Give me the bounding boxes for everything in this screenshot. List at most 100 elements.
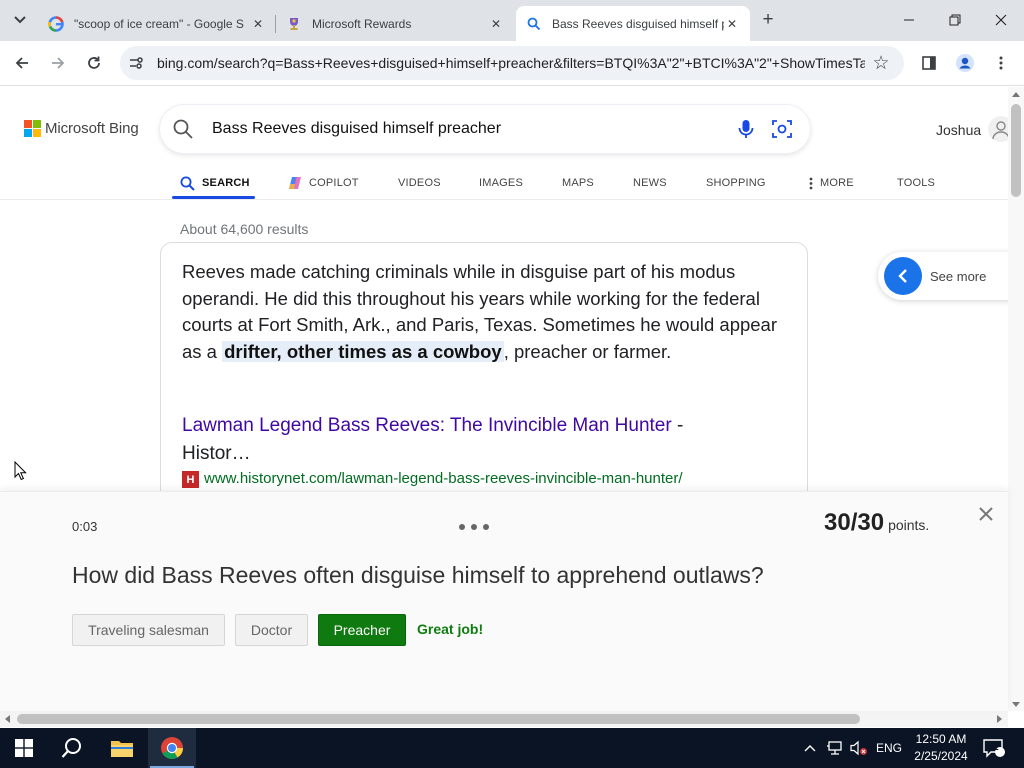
user-name[interactable]: Joshua	[936, 122, 981, 138]
answer-highlight: drifter, other times as a cowboy	[222, 340, 504, 362]
answer-text-after: , preacher or farmer.	[503, 340, 672, 362]
close-tab-icon[interactable]: ✕	[488, 16, 504, 32]
microphone-icon[interactable]	[735, 118, 757, 140]
scroll-down-arrow-icon[interactable]	[1012, 702, 1020, 707]
nav-copilot[interactable]: COPILOT	[287, 171, 359, 195]
see-more-label[interactable]: See more	[930, 269, 986, 284]
horizontal-scrollbar[interactable]	[0, 711, 1008, 727]
search-tab-icon	[526, 16, 542, 32]
tab-bing-search[interactable]: Bass Reeves disguised himself p ✕	[516, 6, 750, 41]
kebab-menu-icon[interactable]	[990, 52, 1012, 74]
nav-maps[interactable]: MAPS	[562, 171, 594, 195]
profile-icon[interactable]	[954, 52, 976, 74]
scroll-right-arrow-icon[interactable]	[997, 715, 1002, 723]
chevron-left-icon[interactable]	[884, 257, 922, 295]
scrollbar-thumb[interactable]	[1011, 104, 1021, 197]
address-bar[interactable]: bing.com/search?q=Bass+Reeves+disguised+…	[120, 46, 904, 80]
tab-microsoft-rewards[interactable]: Microsoft Rewards ✕	[276, 6, 514, 41]
result-count: About 64,600 results	[180, 221, 309, 237]
bookmark-star-icon[interactable]: ☆	[870, 52, 892, 74]
search-icon	[173, 119, 193, 139]
browser-toolbar: bing.com/search?q=Bass+Reeves+disguised+…	[0, 41, 1024, 86]
search-box[interactable]: Bass Reeves disguised himself preacher	[160, 105, 810, 153]
file-explorer-icon[interactable]	[98, 728, 146, 768]
quiz-option-traveling-salesman[interactable]: Traveling salesman	[72, 614, 225, 646]
restore-icon[interactable]	[940, 8, 970, 32]
nav-news[interactable]: NEWS	[633, 171, 667, 195]
rewards-trophy-icon	[286, 16, 302, 32]
site-info-icon[interactable]	[126, 53, 146, 73]
nav-label: SHOPPING	[706, 177, 766, 189]
search-input[interactable]: Bass Reeves disguised himself preacher	[212, 120, 501, 138]
language-indicator[interactable]: ENG	[876, 741, 902, 755]
reload-icon[interactable]	[82, 51, 106, 75]
vertical-scrollbar[interactable]	[1008, 87, 1024, 711]
quiz-panel: 0:03 30/30 points. How did Bass Reeves of…	[0, 491, 1008, 711]
scroll-left-arrow-icon[interactable]	[5, 715, 10, 723]
tab-google-search[interactable]: "scoop of ice cream" - Google S ✕	[38, 6, 276, 41]
score-earned: 30	[824, 509, 851, 536]
google-icon	[48, 15, 64, 32]
answer-snippet: Reeves made catching criminals while in …	[182, 259, 792, 365]
nav-videos[interactable]: VIDEOS	[398, 171, 441, 195]
nav-label: NEWS	[633, 177, 667, 189]
tab-search-chevron-icon[interactable]	[8, 9, 32, 31]
quiz-option-preacher[interactable]: Preacher	[318, 614, 406, 646]
url-text[interactable]: bing.com/search?q=Bass+Reeves+disguised+…	[157, 55, 865, 71]
close-tab-icon[interactable]: ✕	[724, 16, 740, 32]
nav-label: MAPS	[562, 177, 594, 189]
score-total: 30	[857, 509, 885, 536]
nav-tools[interactable]: TOOLS	[897, 171, 935, 195]
copilot-icon	[289, 177, 301, 189]
windows-start-icon[interactable]	[0, 728, 48, 768]
clock-date[interactable]: 2/25/2024	[908, 749, 974, 763]
nav-shopping[interactable]: SHOPPING	[706, 171, 766, 195]
nav-images[interactable]: IMAGES	[479, 171, 523, 195]
nav-search[interactable]: SEARCH	[180, 171, 250, 195]
quiz-option-doctor[interactable]: Doctor	[235, 614, 308, 646]
mouse-pointer-icon	[14, 461, 27, 481]
chrome-taskbar-icon[interactable]	[148, 728, 196, 768]
visual-search-icon[interactable]	[771, 118, 793, 140]
forward-arrow-icon[interactable]	[46, 51, 70, 75]
nav-label: MORE	[820, 177, 854, 189]
close-icon[interactable]	[976, 504, 996, 524]
back-arrow-icon[interactable]	[10, 51, 34, 75]
nav-label: TOOLS	[897, 177, 936, 189]
show-hidden-icons-chevron-icon[interactable]	[800, 728, 820, 768]
source-title-text[interactable]: Lawman Legend Bass Reeves: The Invincibl…	[182, 415, 672, 436]
scroll-up-arrow-icon[interactable]	[1012, 92, 1020, 97]
new-tab-plus-icon[interactable]: +	[758, 9, 778, 30]
side-panel-icon[interactable]	[918, 52, 940, 74]
bing-logo[interactable]: Microsoft Bing	[24, 120, 139, 137]
clock-time[interactable]: 12:50 AM	[913, 732, 969, 746]
search-icon	[180, 176, 195, 191]
notification-count: 1	[993, 742, 999, 753]
taskbar-search-icon[interactable]	[48, 728, 96, 768]
tab-strip: "scoop of ice cream" - Google S ✕ Micros…	[0, 0, 1024, 41]
nav-more[interactable]: MORE	[809, 171, 854, 195]
nav-label: IMAGES	[479, 177, 523, 189]
quiz-feedback: Great job!	[417, 621, 484, 637]
volume-muted-icon[interactable]	[848, 728, 870, 768]
microsoft-logo-icon	[24, 120, 41, 137]
tab-title: "scoop of ice cream" - Google S	[74, 16, 244, 31]
quiz-question: How did Bass Reeves often disguise himse…	[72, 562, 764, 588]
nav-label: COPILOT	[309, 177, 359, 189]
close-window-icon[interactable]	[986, 8, 1016, 32]
source-title-link[interactable]: Lawman Legend Bass Reeves: The Invincibl…	[182, 412, 742, 468]
scrollbar-thumb[interactable]	[17, 714, 860, 724]
bing-nav: SEARCH COPILOT VIDEOS IMAGES MAPS NEWS S…	[0, 165, 1008, 200]
close-tab-icon[interactable]: ✕	[250, 16, 266, 32]
network-icon[interactable]	[824, 728, 846, 768]
more-dots-icon	[809, 177, 813, 189]
source-url[interactable]: www.historynet.com/lawman-legend-bass-re…	[204, 470, 683, 487]
quiz-score: 30/30 points.	[824, 509, 930, 536]
nav-label: VIDEOS	[398, 177, 441, 189]
quiz-progress-dots	[459, 524, 489, 530]
see-more-panel[interactable]: See more	[878, 252, 1018, 300]
nav-label: SEARCH	[202, 177, 250, 189]
quiz-timer: 0:03	[72, 519, 98, 534]
tab-title: Microsoft Rewards	[312, 16, 412, 31]
minimize-icon[interactable]	[894, 8, 924, 32]
